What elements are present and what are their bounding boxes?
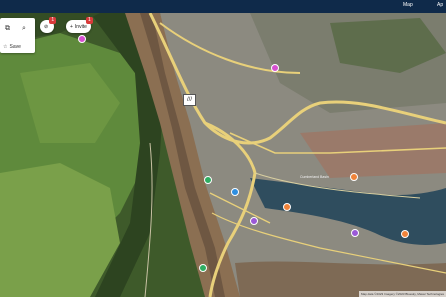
marker-purple[interactable] (351, 229, 359, 237)
filter-chip[interactable]: ⊘ 1 (40, 17, 57, 33)
marker-green[interactable] (204, 176, 212, 184)
nav-map[interactable]: Map (403, 2, 413, 8)
satellite-map[interactable] (0, 13, 446, 297)
bridge-marker[interactable]: /// (183, 94, 196, 106)
invite-chip[interactable]: + Invite 1 (66, 17, 93, 33)
visibility-off-icon: ⊘ (44, 23, 49, 30)
marker-orange[interactable] (350, 173, 358, 181)
marker-purple[interactable] (250, 217, 258, 225)
filter-badge: 1 (49, 17, 57, 24)
marker-pink[interactable] (271, 64, 279, 72)
layers-icon[interactable]: ⧉ (5, 25, 10, 32)
map-attribution: Map data ©2023 Imagery ©2023 Bluesky, Ma… (358, 291, 446, 297)
search-icon[interactable]: ⌕ (22, 25, 26, 32)
marker-orange[interactable] (283, 203, 291, 211)
save-button[interactable]: ☆ Save (3, 44, 21, 50)
invite-badge: 1 (85, 17, 93, 24)
add-icon: + (70, 23, 73, 30)
marker-green[interactable] (199, 264, 207, 272)
nav-apps[interactable]: Ap (437, 2, 443, 8)
invite-chip-label: Invite (74, 23, 87, 30)
marker-blue[interactable] (231, 188, 239, 196)
top-nav-bar: Map Ap (0, 0, 446, 13)
star-icon: ☆ (3, 44, 8, 50)
marker-orange[interactable] (401, 230, 409, 238)
area-label: Cumberland Basin (300, 175, 329, 179)
marker-pink[interactable] (78, 35, 86, 43)
save-label: Save (9, 44, 21, 50)
map-tools-panel: ⧉ ⌕ ☆ Save (0, 18, 35, 53)
